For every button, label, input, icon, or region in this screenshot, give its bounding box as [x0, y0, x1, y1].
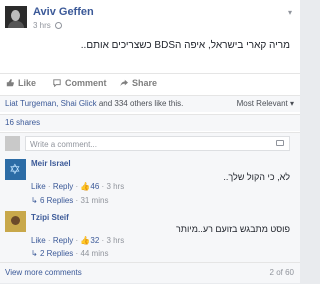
comment-like-link[interactable]: Like — [31, 236, 46, 245]
comment-like-link[interactable]: Like — [31, 182, 46, 191]
like-label: Like — [18, 78, 37, 88]
action-bar: Like Comment Share — [0, 73, 300, 92]
comment-like-count[interactable]: 32 — [90, 236, 99, 245]
comment-meta: Like · Reply · 👍32 · 3 hrs — [31, 236, 125, 245]
comment-author[interactable]: Tzipi Steif — [31, 213, 69, 222]
globe-icon — [55, 22, 63, 29]
replies-time: 44 mins — [80, 249, 109, 258]
comment-like-count[interactable]: 46 — [90, 182, 99, 191]
avatar-face — [11, 10, 20, 21]
commenter-avatar[interactable] — [5, 211, 26, 232]
comment-meta: Like · Reply · 👍46 · 3 hrs — [31, 182, 125, 191]
chevron-down-icon[interactable]: ▾ — [288, 8, 292, 17]
comment-label: Comment — [65, 78, 107, 88]
camera-icon[interactable] — [276, 140, 284, 146]
likes-bar: Liat Turgeman, Shai Glick and 334 others… — [0, 95, 300, 112]
sort-label: Most Relevant — [236, 99, 288, 108]
comment-icon — [53, 79, 61, 87]
avatar-figure — [11, 216, 20, 225]
avatar-body — [8, 21, 24, 28]
author-avatar[interactable] — [5, 6, 27, 28]
post-card: Aviv Geffen 3 hrs ▾ מריה קארי בישראל, אי… — [0, 0, 300, 283]
like-count-icon: 👍 — [80, 236, 91, 245]
star-of-david-icon: ✡ — [9, 161, 21, 177]
reply-arrow-icon: ↳ — [31, 249, 38, 258]
shares-link[interactable]: 16 shares — [5, 118, 40, 127]
like-button[interactable]: Like — [6, 78, 36, 88]
comment-composer: Write a comment... — [0, 132, 300, 155]
comment-author[interactable]: Meir Israel — [31, 159, 71, 168]
author-name[interactable]: Aviv Geffen — [33, 6, 94, 18]
post-text: מריה קארי בישראל, איפה הBDS כשצריכים אות… — [80, 40, 290, 51]
comment-time[interactable]: 3 hrs — [106, 182, 124, 191]
view-more-comments-link[interactable]: View more comments — [5, 268, 82, 277]
liker-names[interactable]: Liat Turgeman, Shai Glick — [5, 99, 97, 108]
chevron-down-icon: ▾ — [289, 99, 294, 108]
replies-count: 6 Replies — [39, 196, 74, 205]
share-label: Share — [132, 78, 158, 88]
share-icon — [120, 79, 128, 87]
likes-rest[interactable]: and 334 others like this. — [97, 99, 184, 108]
replies-count: 2 Replies — [39, 249, 74, 258]
view-more-bar: View more comments 2 of 60 — [0, 262, 300, 284]
shares-row: 16 shares — [0, 114, 300, 131]
comment-input[interactable]: Write a comment... — [25, 136, 290, 151]
like-count-icon: 👍 — [80, 182, 91, 191]
commenter-avatar[interactable]: ✡ — [5, 159, 26, 180]
share-button[interactable]: Share — [120, 78, 157, 88]
like-icon — [6, 79, 14, 87]
replies-link[interactable]: ↳ 6 Replies · 31 mins — [31, 196, 108, 205]
post-time[interactable]: 3 hrs — [33, 21, 51, 30]
comment-button[interactable]: Comment — [53, 78, 107, 88]
post-meta: 3 hrs — [33, 21, 63, 30]
likes-summary: Liat Turgeman, Shai Glick and 334 others… — [5, 99, 183, 108]
comment-count: 2 of 60 — [269, 268, 294, 277]
replies-link[interactable]: ↳ 2 Replies · 44 mins — [31, 249, 108, 258]
comment-time[interactable]: 3 hrs — [106, 236, 124, 245]
reply-arrow-icon: ↳ — [31, 196, 38, 205]
comment-text: לא, כי הקול שלך.. — [223, 172, 290, 182]
sort-dropdown[interactable]: Most Relevant ▾ — [237, 99, 294, 108]
comment-reply-link[interactable]: Reply — [53, 236, 73, 245]
comment-reply-link[interactable]: Reply — [53, 182, 73, 191]
viewer-avatar — [5, 136, 20, 151]
replies-time: 31 mins — [80, 196, 109, 205]
comment-text: פוסט מתבגש בזועם רע..מיותר — [176, 224, 290, 234]
